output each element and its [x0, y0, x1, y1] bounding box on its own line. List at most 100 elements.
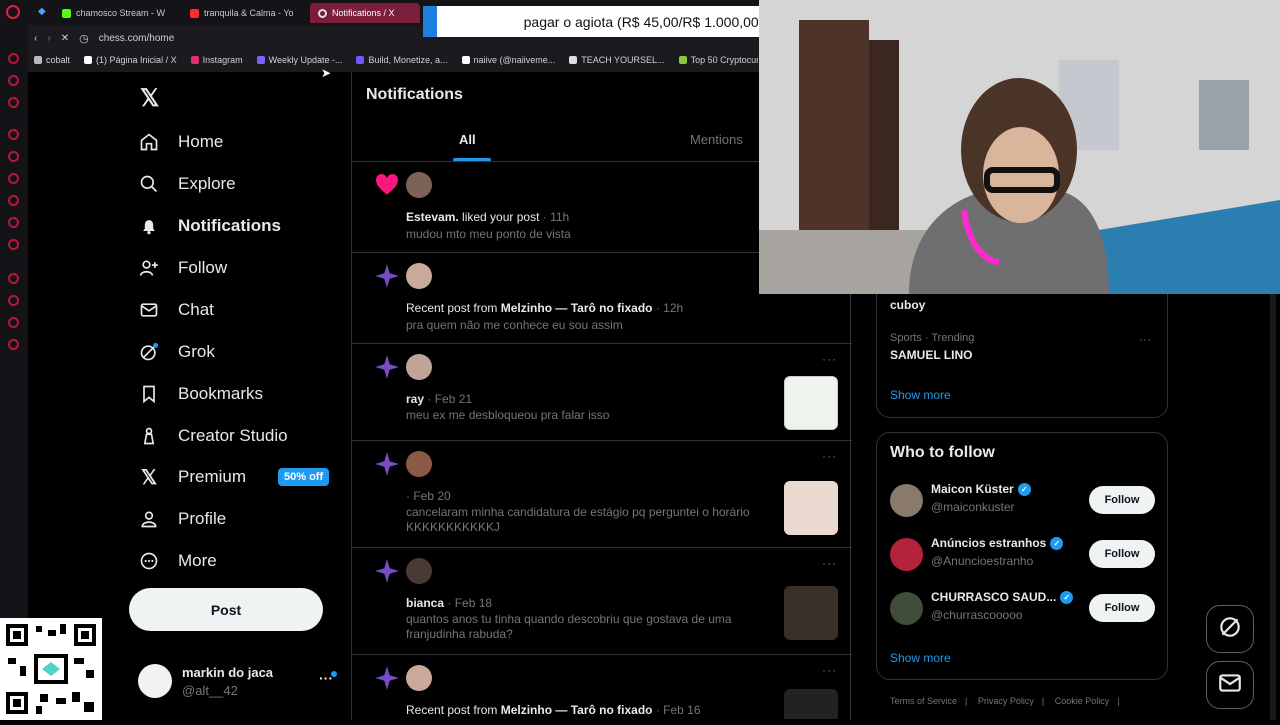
avatar[interactable] — [406, 451, 432, 477]
avatar[interactable] — [406, 665, 432, 691]
scrollbar[interactable] — [1270, 294, 1276, 720]
x-icon[interactable] — [8, 239, 19, 250]
tab-0[interactable]: chamosco Stream - W — [54, 3, 176, 23]
grok-floating-button[interactable] — [1206, 605, 1254, 653]
bookmark-item[interactable]: TEACH YOURSEL... — [569, 55, 665, 65]
avatar[interactable] — [406, 354, 432, 380]
notification-item[interactable]: ··· Recent post from Melzinho — Tarô no … — [352, 655, 852, 720]
notification-item[interactable]: ··· bianca · Feb 18 quantos anos tu tinh… — [352, 548, 852, 655]
bookmarks-bar: cobalt (1) Página Inicial / X Instagram … — [28, 51, 758, 69]
messenger-icon[interactable] — [8, 53, 19, 64]
nav-profile[interactable]: Profile — [138, 499, 226, 539]
instagram-side-icon[interactable] — [8, 129, 19, 140]
author-name[interactable]: Estevam. — [406, 210, 459, 224]
tab-1[interactable]: tranquila & Calma - Yo — [182, 3, 306, 23]
nav-premium[interactable]: 𝕏 Premium 50% off — [138, 457, 330, 497]
notification-item[interactable]: ··· · Feb 20 cancelaram minha candidatur… — [352, 441, 852, 548]
nav-chat[interactable]: Chat — [138, 290, 214, 330]
bookmark-item[interactable]: Top 50 Cryptocurr... — [678, 55, 758, 65]
tab-icon[interactable] — [8, 97, 19, 108]
more-options-icon[interactable]: ··· — [1139, 332, 1151, 346]
messages-floating-button[interactable] — [1206, 661, 1254, 709]
author-name[interactable]: bianca — [406, 596, 444, 610]
whatsapp-icon[interactable] — [8, 151, 19, 162]
opera-logo-icon[interactable] — [6, 5, 20, 19]
nav-creator-studio[interactable]: Creator Studio — [138, 416, 288, 456]
notification-item[interactable]: ··· ray · Feb 21 meu ex me desbloqueou p… — [352, 344, 852, 441]
bookmark-item[interactable]: Weekly Update -... — [256, 55, 342, 65]
follow-suggestion[interactable]: Anúncios estranhos ✓ @Anuncioestranho Fol… — [890, 534, 1156, 574]
tiktok-icon[interactable] — [8, 217, 19, 228]
forward-icon[interactable]: › — [47, 33, 50, 44]
suggestion-handle: @maiconkuster — [931, 500, 1015, 514]
music-icon[interactable] — [8, 273, 19, 284]
nav-home[interactable]: Home — [138, 122, 223, 162]
bookmark-item[interactable]: Instagram — [190, 55, 243, 65]
media-thumbnail[interactable] — [784, 481, 838, 535]
more-options-icon[interactable]: ··· — [822, 663, 837, 677]
search-icon — [138, 173, 160, 195]
address-text[interactable]: chess.com/home — [99, 33, 175, 44]
avatar[interactable] — [890, 592, 923, 625]
follow-suggestion[interactable]: Maicon Küster ✓ @maiconkuster Follow — [890, 480, 1156, 520]
site-info-icon[interactable]: ◷ — [79, 32, 89, 45]
verified-badge-icon: ✓ — [1050, 536, 1064, 550]
bookmark-item[interactable]: naiive (@naiiveme... — [461, 55, 555, 65]
nav-follow[interactable]: Follow — [138, 248, 227, 288]
show-more-link[interactable]: Show more — [890, 388, 951, 402]
separator: · — [652, 703, 664, 717]
more-options-icon[interactable]: ··· — [822, 449, 837, 463]
follow-button[interactable]: Follow — [1089, 594, 1155, 622]
tab-mentions[interactable]: Mentions — [690, 132, 743, 147]
tab-all[interactable]: All — [459, 132, 476, 147]
nav-more[interactable]: More — [138, 541, 217, 581]
book-icon — [569, 56, 578, 64]
nav-grok[interactable]: Grok — [138, 332, 215, 372]
follow-button[interactable]: Follow — [1089, 486, 1155, 514]
history-icon[interactable] — [8, 75, 19, 86]
footer-link[interactable]: Cookie Policy — [1055, 696, 1110, 706]
show-more-link[interactable]: Show more — [890, 651, 951, 665]
account-handle: @alt__42 — [182, 683, 238, 698]
account-switcher[interactable]: markin do jaca @alt__42 ··· — [138, 662, 338, 702]
trend-item[interactable]: Sports · Trending SAMUEL LINO ··· — [877, 328, 1167, 368]
follow-suggestion[interactable]: CHURRASCO SAUD... ✓ @churrascooooo Follow — [890, 588, 1156, 628]
nav-explore[interactable]: Explore — [138, 164, 236, 204]
more-options-icon[interactable]: ··· — [822, 352, 837, 366]
more-circle-icon — [138, 550, 160, 572]
bookmark-item[interactable]: (1) Página Inicial / X — [84, 55, 177, 65]
tab-2[interactable]: Notifications / X — [310, 3, 420, 23]
author-name[interactable]: Melzinho — Tarô no fixado — [501, 703, 653, 717]
nav-bookmarks[interactable]: Bookmarks — [138, 374, 263, 414]
avatar[interactable] — [406, 172, 432, 198]
diamond-icon[interactable]: ◆ — [38, 6, 46, 17]
avatar[interactable] — [890, 538, 923, 571]
avatar[interactable] — [406, 558, 432, 584]
bookmark-item[interactable]: cobalt — [34, 55, 70, 65]
author-name[interactable]: ray — [406, 392, 424, 406]
media-thumbnail[interactable] — [784, 376, 838, 430]
avatar[interactable] — [406, 263, 432, 289]
footer-link[interactable]: Terms of Service — [890, 696, 957, 706]
wallet-icon[interactable] — [8, 317, 19, 328]
post-button[interactable]: Post — [129, 588, 323, 631]
footer-link[interactable]: Privacy Policy — [978, 696, 1034, 706]
nav-label: Notifications — [178, 216, 281, 235]
x-logo-icon[interactable]: 𝕏 — [140, 84, 159, 113]
settings-icon[interactable] — [8, 339, 19, 350]
avatar[interactable] — [890, 484, 923, 517]
bookmark-item[interactable]: Build, Monetize, a... — [356, 55, 448, 65]
nav-notifications[interactable]: Notifications — [138, 206, 281, 246]
clock-icon[interactable] — [8, 295, 19, 306]
trend-name[interactable]: cuboy — [890, 298, 925, 312]
more-options-icon[interactable]: ··· — [822, 556, 837, 570]
stop-loading-icon[interactable]: ✕ — [61, 33, 69, 44]
media-thumbnail[interactable] — [784, 586, 838, 640]
instagram-icon[interactable] — [8, 195, 19, 206]
follow-button[interactable]: Follow — [1089, 540, 1155, 568]
telegram-icon[interactable] — [8, 173, 19, 184]
back-icon[interactable]: ‹ — [34, 33, 37, 44]
author-name[interactable]: Melzinho — Tarô no fixado — [501, 301, 653, 315]
media-thumbnail[interactable] — [784, 689, 838, 719]
suggestion-name-row: Anúncios estranhos ✓ — [931, 536, 1064, 550]
